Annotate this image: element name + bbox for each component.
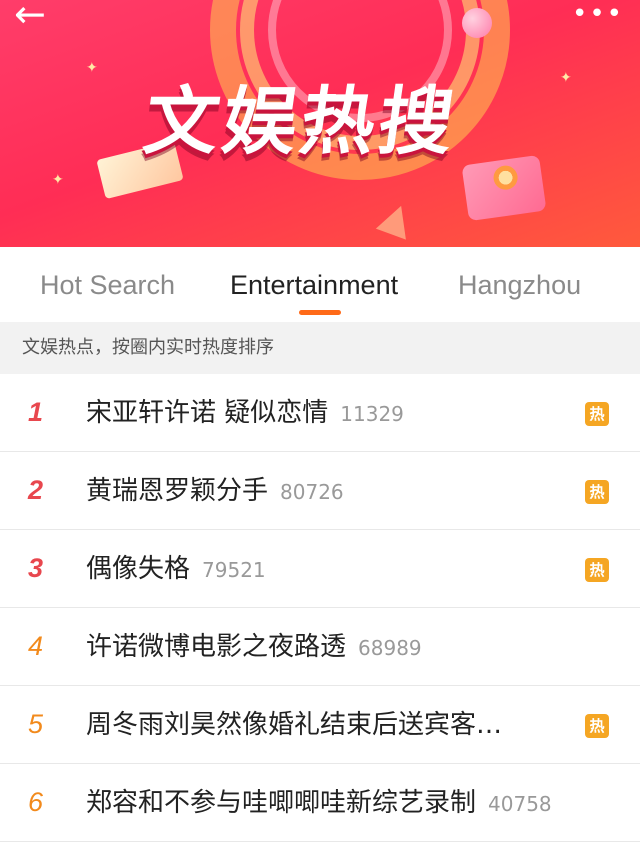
item-count: 40758 [488, 792, 552, 816]
hot-badge: 热 [585, 402, 609, 426]
header-banner: ✦ ✦ ✦ 文娱热搜 ← ••• [0, 0, 640, 247]
rank-number: 6 [28, 787, 44, 817]
item-title-line: 周冬雨刘昊然像婚礼结束后送宾客… [86, 710, 502, 740]
list-item[interactable]: 5 周冬雨刘昊然像婚礼结束后送宾客… 热 [0, 686, 640, 764]
more-dots-icon[interactable]: ••• [572, 0, 628, 30]
item-count: 11329 [340, 402, 404, 426]
rank-number: 3 [28, 553, 44, 583]
rank-number: 4 [28, 631, 44, 661]
item-title: 周冬雨刘昊然像婚礼结束后送宾客… [86, 710, 503, 740]
planet-icon [462, 8, 492, 38]
item-title: 黄瑞恩罗颖分手 [86, 476, 269, 506]
item-count: 79521 [202, 558, 266, 582]
item-title-line: 黄瑞恩罗颖分手 80726 [86, 476, 344, 507]
decor-shape [375, 200, 417, 240]
item-title-line: 宋亚轩许诺 疑似恋情 11329 [86, 398, 404, 429]
item-count: 68989 [358, 636, 422, 660]
item-title-line: 偶像失格 79521 [86, 554, 266, 585]
list-subheader: 文娱热点，按圈内实时热度排序 [0, 322, 640, 374]
tab-entertainment[interactable]: Entertainment [230, 269, 398, 301]
tab-bar: Hot Search Entertainment Hangzhou [0, 247, 640, 322]
item-title-line: 郑容和不参与哇唧唧哇新综艺录制 40758 [86, 788, 552, 819]
subheader-text: 文娱热点，按圈内实时热度排序 [22, 337, 274, 358]
hot-badge: 热 [585, 714, 609, 738]
hot-badge: 热 [585, 480, 609, 504]
sparkle-icon: ✦ [560, 70, 572, 86]
item-title: 郑容和不参与哇唧唧哇新综艺录制 [86, 788, 477, 818]
hot-badge: 热 [585, 558, 609, 582]
rank-number: 1 [28, 397, 44, 427]
list-item[interactable]: 6 郑容和不参与哇唧唧哇新综艺录制 40758 [0, 764, 640, 842]
tab-active-indicator [299, 310, 341, 315]
item-title: 许诺微博电影之夜路透 [86, 632, 347, 662]
item-count: 80726 [280, 480, 344, 504]
rank-number: 2 [28, 475, 44, 505]
banner-title: 文娱热搜 [138, 79, 464, 165]
item-title: 宋亚轩许诺 疑似恋情 [86, 398, 329, 428]
tab-hot-search[interactable]: Hot Search [40, 269, 175, 301]
list-item[interactable]: 2 黄瑞恩罗颖分手 80726 热 [0, 452, 640, 530]
arrow-left-icon[interactable]: ← [14, 0, 66, 34]
tab-hangzhou[interactable]: Hangzhou [458, 269, 581, 301]
list-item[interactable]: 1 宋亚轩许诺 疑似恋情 11329 热 [0, 374, 640, 452]
sparkle-icon: ✦ [52, 172, 64, 188]
item-title-line: 许诺微博电影之夜路透 68989 [86, 632, 422, 663]
item-title: 偶像失格 [86, 554, 191, 584]
rank-number: 5 [28, 709, 44, 739]
list-item[interactable]: 4 许诺微博电影之夜路透 68989 [0, 608, 640, 686]
sparkle-icon: ✦ [86, 60, 98, 76]
list-item[interactable]: 3 偶像失格 79521 热 [0, 530, 640, 608]
